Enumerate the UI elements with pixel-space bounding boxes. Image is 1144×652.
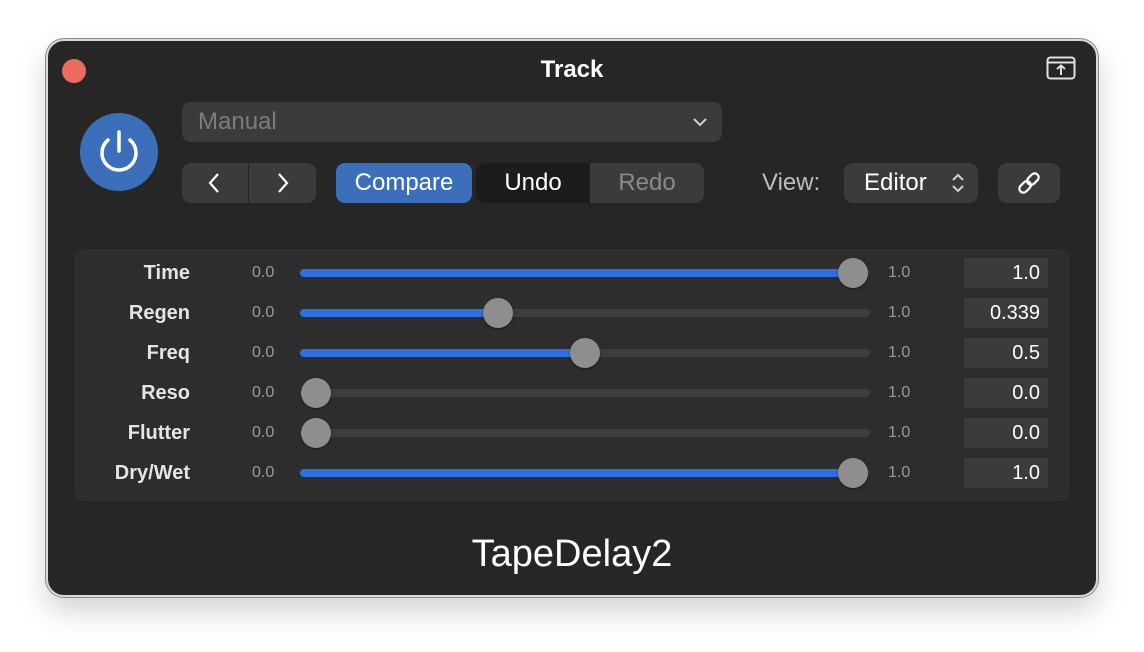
power-icon bbox=[100, 130, 138, 172]
view-value: Editor bbox=[864, 169, 927, 196]
param-min: 0.0 bbox=[252, 344, 275, 361]
param-max: 1.0 bbox=[888, 304, 911, 321]
previous-preset-button[interactable] bbox=[182, 163, 248, 203]
slider-thumb[interactable] bbox=[838, 258, 868, 288]
redo-button[interactable]: Redo bbox=[590, 163, 704, 203]
preset-navigation bbox=[182, 163, 316, 203]
compare-button[interactable]: Compare bbox=[336, 163, 472, 203]
shrink-window-icon bbox=[1046, 56, 1076, 80]
param-row-freq: Freq 0.0 1.0 0.5 bbox=[74, 333, 1070, 373]
param-slider[interactable] bbox=[300, 418, 870, 448]
slider-thumb[interactable] bbox=[301, 378, 331, 408]
window-title: Track bbox=[540, 56, 604, 83]
bypass-power-button[interactable] bbox=[80, 113, 158, 191]
param-value-field[interactable]: 0.5 bbox=[964, 338, 1048, 368]
plugin-window: Track Manual Compare Undo Redo View: Edi… bbox=[46, 39, 1098, 597]
shrink-window-button[interactable] bbox=[1046, 56, 1076, 80]
param-label: Dry/Wet bbox=[114, 462, 190, 484]
param-min: 0.0 bbox=[252, 304, 275, 321]
slider-thumb[interactable] bbox=[483, 298, 514, 328]
chevron-right-icon bbox=[278, 173, 289, 193]
slider-fill bbox=[300, 349, 585, 357]
link-button[interactable] bbox=[998, 163, 1060, 203]
param-value-field[interactable]: 0.0 bbox=[964, 378, 1048, 408]
param-label: Freq bbox=[146, 342, 190, 364]
param-slider[interactable] bbox=[300, 298, 870, 328]
param-min: 0.0 bbox=[252, 424, 275, 441]
slider-fill bbox=[300, 269, 853, 277]
slider-thumb[interactable] bbox=[838, 458, 868, 488]
slider-thumb[interactable] bbox=[569, 338, 600, 368]
plugin-name: TapeDelay2 bbox=[471, 533, 673, 575]
param-label: Flutter bbox=[127, 422, 190, 444]
param-slider[interactable] bbox=[300, 338, 870, 368]
param-min: 0.0 bbox=[252, 384, 275, 401]
slider-fill bbox=[300, 469, 853, 477]
preset-value: Manual bbox=[198, 108, 277, 135]
chevron-left-icon bbox=[208, 173, 219, 193]
param-max: 1.0 bbox=[888, 384, 911, 401]
param-row-time: Time 0.0 1.0 1.0 bbox=[74, 253, 1070, 293]
param-slider[interactable] bbox=[300, 458, 870, 488]
next-preset-button[interactable] bbox=[249, 163, 315, 203]
param-value-field[interactable]: 1.0 bbox=[964, 458, 1048, 488]
param-min: 0.0 bbox=[252, 264, 275, 281]
param-row-dry-wet: Dry/Wet 0.0 1.0 1.0 bbox=[74, 453, 1070, 493]
param-row-flutter: Flutter 0.0 1.0 0.0 bbox=[74, 413, 1070, 453]
parameter-panel: Time 0.0 1.0 1.0 Regen 0.0 1.0 0.339 Fre… bbox=[74, 249, 1070, 501]
param-slider[interactable] bbox=[300, 258, 870, 288]
param-value-field[interactable]: 0.339 bbox=[964, 298, 1048, 328]
param-max: 1.0 bbox=[888, 424, 911, 441]
param-row-regen: Regen 0.0 1.0 0.339 bbox=[74, 293, 1070, 333]
slider-fill bbox=[300, 309, 499, 317]
param-label: Time bbox=[143, 262, 190, 284]
param-slider[interactable] bbox=[300, 378, 870, 408]
param-label: Reso bbox=[141, 382, 190, 404]
chevron-down-icon bbox=[693, 118, 707, 127]
preset-dropdown[interactable]: Manual bbox=[182, 102, 722, 142]
view-select[interactable]: Editor bbox=[844, 163, 978, 203]
param-row-reso: Reso 0.0 1.0 0.0 bbox=[74, 373, 1070, 413]
param-value-field[interactable]: 0.0 bbox=[964, 418, 1048, 448]
undo-button[interactable]: Undo bbox=[476, 163, 590, 203]
param-max: 1.0 bbox=[888, 264, 911, 281]
param-min: 0.0 bbox=[252, 464, 275, 481]
chevron-updown-icon bbox=[952, 173, 964, 193]
param-label: Regen bbox=[128, 302, 190, 324]
view-label: View: bbox=[762, 169, 821, 196]
slider-thumb[interactable] bbox=[301, 418, 331, 448]
link-icon bbox=[1018, 172, 1040, 194]
param-max: 1.0 bbox=[888, 344, 911, 361]
param-value-field[interactable]: 1.0 bbox=[964, 258, 1048, 288]
param-max: 1.0 bbox=[888, 464, 911, 481]
